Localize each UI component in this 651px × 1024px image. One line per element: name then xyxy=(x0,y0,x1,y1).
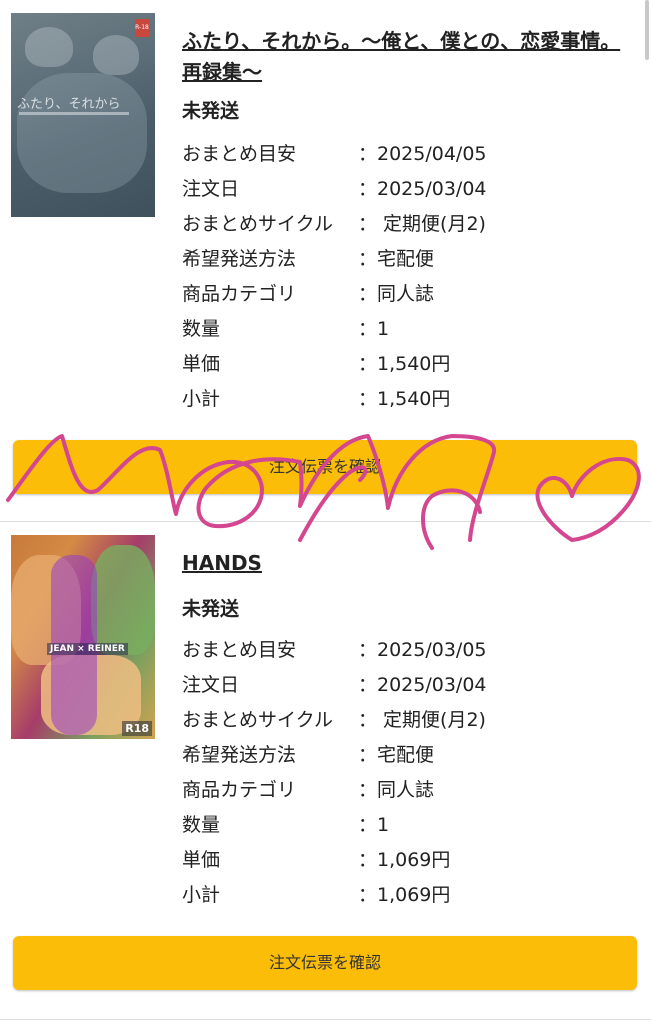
info-label: 注文日 xyxy=(182,178,240,200)
shipping-status: 未発送 xyxy=(182,100,240,122)
info-row-matome: おまとめ目安 ：2025/03/05 xyxy=(182,633,622,668)
product-cover-image[interactable]: R-18 ふたり、それから xyxy=(11,13,155,217)
cover-subtitle-line xyxy=(19,112,129,115)
info-row-subtotal: 小計 ：1,069円 xyxy=(182,878,622,913)
info-value: ：2025/03/04 xyxy=(358,178,487,200)
info-label: 単価 xyxy=(182,849,221,871)
info-row-category: 商品カテゴリ ：同人誌 xyxy=(182,277,622,312)
info-row-unit-price: 単価 ：1,540円 xyxy=(182,347,622,382)
info-label: 数量 xyxy=(182,318,221,340)
info-value: ：宅配便 xyxy=(358,744,435,766)
info-label: 希望発送方法 xyxy=(182,248,297,270)
cover-art xyxy=(25,27,73,67)
info-value: ：2025/03/05 xyxy=(358,639,487,661)
rating-badge: R-18 xyxy=(135,19,149,37)
cover-tag: JEAN × REINER xyxy=(47,643,128,655)
info-label: おまとめサイクル xyxy=(182,213,334,235)
info-label: 小計 xyxy=(182,388,221,410)
product-cover-image[interactable]: JEAN × REINER R18 xyxy=(11,535,155,739)
info-value: ：宅配便 xyxy=(358,248,435,270)
info-value: ： 定期便(月2) xyxy=(358,709,486,731)
view-order-slip-button[interactable]: 注文伝票を確認 xyxy=(13,440,637,494)
info-label: おまとめ目安 xyxy=(182,143,297,165)
order-card: R-18 ふたり、それから ふたり、それから。〜俺と、僕との、恋愛事情。再録集〜… xyxy=(0,0,651,522)
info-row-quantity: 数量 ：1 xyxy=(182,808,622,843)
shipping-status: 未発送 xyxy=(182,598,240,620)
info-label: 商品カテゴリ xyxy=(182,779,297,801)
info-row-shipping-method: 希望発送方法 ：宅配便 xyxy=(182,738,622,773)
info-value: ：同人誌 xyxy=(358,779,435,801)
info-label: 商品カテゴリ xyxy=(182,283,297,305)
info-row-cycle: おまとめサイクル ： 定期便(月2) xyxy=(182,207,622,242)
info-row-order-date: 注文日 ：2025/03/04 xyxy=(182,668,622,703)
info-row-unit-price: 単価 ：1,069円 xyxy=(182,843,622,878)
info-value: ：2025/03/04 xyxy=(358,674,487,696)
info-value: ：1,540円 xyxy=(358,388,451,410)
info-row-shipping-method: 希望発送方法 ：宅配便 xyxy=(182,242,622,277)
rating-badge: R18 xyxy=(122,721,152,736)
info-row-quantity: 数量 ：1 xyxy=(182,312,622,347)
product-title-link[interactable]: HANDS xyxy=(182,548,622,579)
info-row-cycle: おまとめサイクル ： 定期便(月2) xyxy=(182,703,622,738)
info-value: ：1,069円 xyxy=(358,849,451,871)
cover-art xyxy=(91,545,155,655)
info-label: 数量 xyxy=(182,814,221,836)
info-value: ：1,540円 xyxy=(358,353,451,375)
info-value: ：同人誌 xyxy=(358,283,435,305)
info-label: 希望発送方法 xyxy=(182,744,297,766)
info-value: ：1 xyxy=(358,318,390,340)
info-row-subtotal: 小計 ：1,540円 xyxy=(182,382,622,417)
info-label: 小計 xyxy=(182,884,221,906)
cover-art xyxy=(93,35,139,75)
divider xyxy=(0,1019,651,1020)
info-label: 単価 xyxy=(182,353,221,375)
info-label: おまとめサイクル xyxy=(182,709,334,731)
order-card: JEAN × REINER R18 HANDS 未発送 おまとめ目安 ：2025… xyxy=(0,522,651,1022)
info-row-order-date: 注文日 ：2025/03/04 xyxy=(182,172,622,207)
info-value: ：1,069円 xyxy=(358,884,451,906)
view-order-slip-button[interactable]: 注文伝票を確認 xyxy=(13,936,637,990)
product-title-link[interactable]: ふたり、それから。〜俺と、僕との、恋愛事情。再録集〜 xyxy=(182,26,622,88)
info-value: ：2025/04/05 xyxy=(358,143,487,165)
info-value: ：1 xyxy=(358,814,390,836)
info-label: おまとめ目安 xyxy=(182,639,297,661)
info-value: ： 定期便(月2) xyxy=(358,213,486,235)
info-label: 注文日 xyxy=(182,674,240,696)
info-row-matome: おまとめ目安 ：2025/04/05 xyxy=(182,137,622,172)
info-row-category: 商品カテゴリ ：同人誌 xyxy=(182,773,622,808)
cover-art xyxy=(17,73,147,193)
cover-title: ふたり、それから xyxy=(17,97,121,112)
